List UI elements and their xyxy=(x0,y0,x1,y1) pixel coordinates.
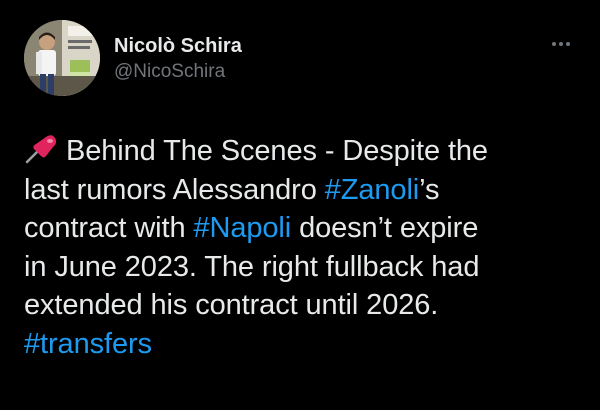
author-names: Nicolò Schira @NicoSchira xyxy=(114,34,242,84)
author-display-name[interactable]: Nicolò Schira xyxy=(114,34,242,58)
tweet-line: in June 2023. The right fullback had xyxy=(24,248,584,287)
hashtag-link[interactable]: #Zanoli xyxy=(325,174,420,206)
more-dot xyxy=(552,42,556,46)
tweet-text: Behind The Scenes - Despite the last rumo… xyxy=(24,132,584,363)
hashtag-link[interactable]: #Napoli xyxy=(193,212,291,244)
more-options-icon[interactable] xyxy=(546,34,576,54)
tweet-line: contract with #Napoli doesn’t expire xyxy=(24,209,584,248)
more-dot xyxy=(559,42,563,46)
pushpin-icon xyxy=(24,134,58,164)
avatar-photo xyxy=(24,20,100,96)
tweet-line: extended his contract until 2026. xyxy=(24,286,584,325)
tweet-text-segment: extended his contract until 2026. xyxy=(24,289,439,321)
tweet-text-segment: last rumors Alessandro xyxy=(24,173,325,206)
author-handle[interactable]: @NicoSchira xyxy=(114,60,242,84)
tweet-text-segment: doesn’t expire xyxy=(291,212,479,244)
tweet-line: Behind The Scenes - Despite the xyxy=(24,132,584,171)
tweet-header: Nicolò Schira @NicoSchira xyxy=(24,20,580,100)
tweet-line: #transfers xyxy=(24,325,584,364)
tweet-text-segment: ’s xyxy=(419,173,440,206)
tweet-text-segment: Behind The Scenes - Despite the xyxy=(66,135,488,167)
author-avatar[interactable] xyxy=(24,20,100,96)
hashtag-link[interactable]: #transfers xyxy=(24,328,152,360)
tweet-text-segment: in June 2023. The right fullback had xyxy=(24,250,480,283)
tweet-line: last rumors Alessandro #Zanoli’s xyxy=(24,171,584,210)
tweet-card: Nicolò Schira @NicoSchira Behind The Sce… xyxy=(0,0,600,410)
tweet-text-segment: contract with xyxy=(24,212,194,244)
more-dot xyxy=(566,42,570,46)
